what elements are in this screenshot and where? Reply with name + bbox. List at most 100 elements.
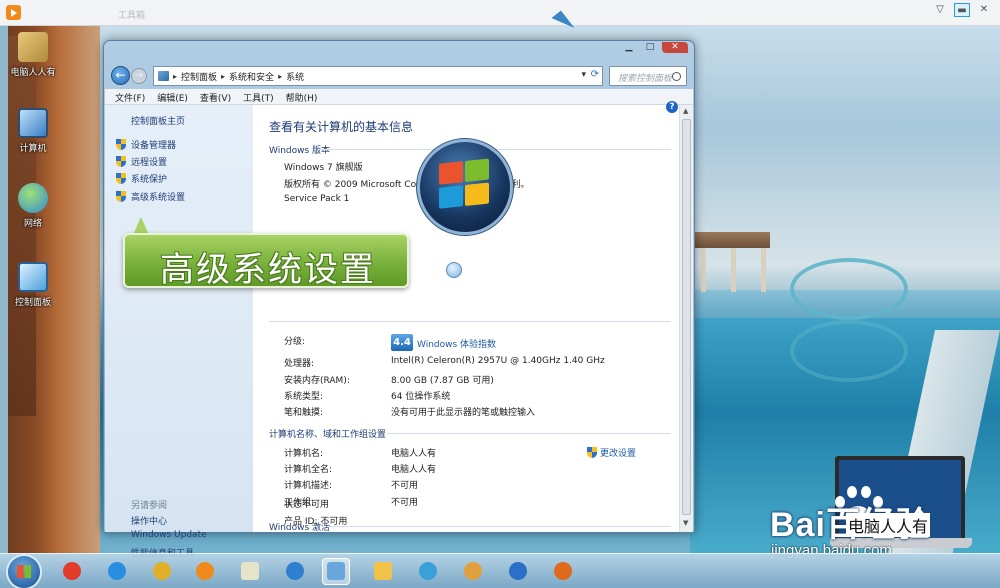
breadcrumb-control-panel[interactable]: 控制面板 [181,70,217,83]
taskbar-browser-blue-icon[interactable] [281,558,309,585]
network-globe-icon [18,183,48,213]
see-also-heading: 另请参阅 [131,501,168,511]
control-panel-icon [18,262,48,292]
control-panel-glyph [327,562,345,580]
host-title-bar: 工具箱 ▽ ▬ ✕ [0,0,1000,26]
ram-label: 安装内存(RAM): [284,376,350,386]
callout-text: 高级系统设置 [160,250,376,290]
breadcrumb-system[interactable]: 系统 [286,70,304,83]
system-type-value: 64 位操作系统 [391,392,451,402]
file-explorer-glyph [374,562,392,580]
workgroup-value: 不可用 [391,498,419,508]
rating-label: 分级: [284,337,306,347]
pinwheel-glyph [419,562,437,580]
device-manager-link[interactable]: 设备管理器 [116,138,176,151]
menu-help[interactable]: 帮助(H) [286,89,324,104]
desktop-icon-user-folder[interactable]: 电脑人人有 [4,32,62,78]
taskbar-ie-icon[interactable] [103,558,131,585]
search-input[interactable]: 搜索控制面板 [609,66,687,86]
chevron-down-icon[interactable]: ▾ [581,70,586,80]
refresh-icon[interactable]: ⟳ [591,69,599,80]
restore-icon[interactable]: ▬ [954,3,970,17]
product-id: 产品 ID: 不可用 [284,517,348,527]
advanced-system-settings-link[interactable]: 高级系统设置 [116,190,185,203]
scroll-down-icon[interactable]: ▼ [683,519,688,527]
desktop-icon-label: 计算机 [19,144,47,154]
link-label: 远程设置 [131,158,168,168]
ring-reflection [790,320,908,382]
breadcrumb-system-security[interactable]: 系统和安全 [229,70,274,83]
system-protection-link[interactable]: 系统保护 [116,172,167,185]
paint-glyph [464,562,482,580]
minimize-icon[interactable]: ▽ [932,3,948,17]
desktop-icon-label: 网络 [23,219,42,229]
taskbar-firefox-icon[interactable] [549,558,577,585]
link-label: 设备管理器 [131,141,177,151]
taskbar-whiteboard-icon[interactable] [236,558,264,585]
pen-touch-label: 笔和触摸: [284,408,324,418]
system-type-label: 系统类型: [284,392,324,402]
computer-name-section-heading: 计算机名称、域和工作组设置 [269,430,387,440]
menu-tools[interactable]: 工具(T) [243,89,280,104]
taskbar-media-player-icon[interactable] [191,558,219,585]
processor-label: 处理器: [284,359,315,369]
help-icon[interactable]: ? [666,101,678,113]
link-label: 更改设置 [600,449,637,459]
windows-update-link[interactable]: Windows Update [131,530,207,540]
firefox-glyph [554,562,572,580]
control-panel-crumb-icon [158,71,169,81]
uac-shield-icon [116,139,126,150]
vertical-scrollbar[interactable]: ▲ ▼ [679,105,693,532]
taskbar-network-app-icon[interactable] [504,558,532,585]
watermark-tag: 电脑人人有 [846,513,931,537]
taskbar-file-explorer-icon[interactable] [369,558,397,585]
change-settings-link[interactable]: 更改设置 [587,446,636,459]
full-name-value: 电脑人人有 [391,465,437,475]
taskbar-jiang-app-icon[interactable] [58,558,86,585]
player-logo-icon[interactable] [6,5,21,20]
uac-shield-icon [116,156,126,167]
taskbar-control-panel-icon[interactable] [322,558,350,585]
processor-value: Intel(R) Celeron(R) 2957U @ 1.40GHz 1.40… [391,356,605,366]
address-bar[interactable]: ▸ 控制面板 ▸ 系统和安全 ▸ 系统 ▾ ⟳ [153,66,603,86]
description-label: 计算机描述: [284,481,333,491]
uac-shield-icon [116,173,126,184]
computer-icon [18,108,48,138]
ring-sculpture [790,258,908,320]
menu-view[interactable]: 查看(V) [200,89,237,104]
whiteboard-glyph [241,562,259,580]
taskbar-chrome-icon[interactable] [148,558,176,585]
action-center-link[interactable]: 操作中心 [131,514,167,527]
start-button[interactable] [8,556,40,588]
description-value: 不可用 [391,481,419,491]
window-minimize-button[interactable]: ▁ [620,42,638,53]
experience-index-link[interactable]: Windows 体验指数 [417,337,496,350]
desktop-icon-computer[interactable]: 计算机 [4,108,62,154]
remote-settings-link[interactable]: 远程设置 [116,155,167,168]
desktop-icon-network[interactable]: 网络 [4,183,62,229]
back-arrow-icon[interactable]: ← [111,66,130,85]
window-close-button[interactable]: ✕ [662,42,688,53]
scroll-thumb[interactable] [682,119,691,515]
menu-edit[interactable]: 编辑(E) [157,89,194,104]
uac-shield-icon [116,191,126,202]
taskbar-pinwheel-icon[interactable] [414,558,442,585]
window-maximize-button[interactable]: □ [641,42,659,53]
scroll-up-icon[interactable]: ▲ [683,107,688,115]
menu-file[interactable]: 文件(F) [115,89,151,104]
forward-arrow-icon[interactable]: → [131,68,147,84]
host-faint-title: 工具箱 [118,11,146,21]
taskbar-paint-icon[interactable] [459,558,487,585]
task-pane: 控制面板主页 设备管理器 远程设置 系统保护 高级系统设置 另请参阅 操作中心 … [105,105,253,559]
full-name-label: 计算机全名: [284,465,333,475]
desktop-icon-label: 控制面板 [14,298,51,308]
desktop-icon-label: 电脑人人有 [10,68,56,78]
computer-name-label: 计算机名: [284,449,324,459]
ram-value: 8.00 GB (7.87 GB 可用) [391,376,494,386]
close-icon[interactable]: ✕ [976,3,992,17]
network-app-glyph [509,562,527,580]
control-panel-home-link[interactable]: 控制面板主页 [131,114,185,127]
computer-name-value: 电脑人人有 [391,449,437,459]
beach-hut [695,232,770,292]
desktop-icon-control-panel[interactable]: 控制面板 [4,262,62,308]
